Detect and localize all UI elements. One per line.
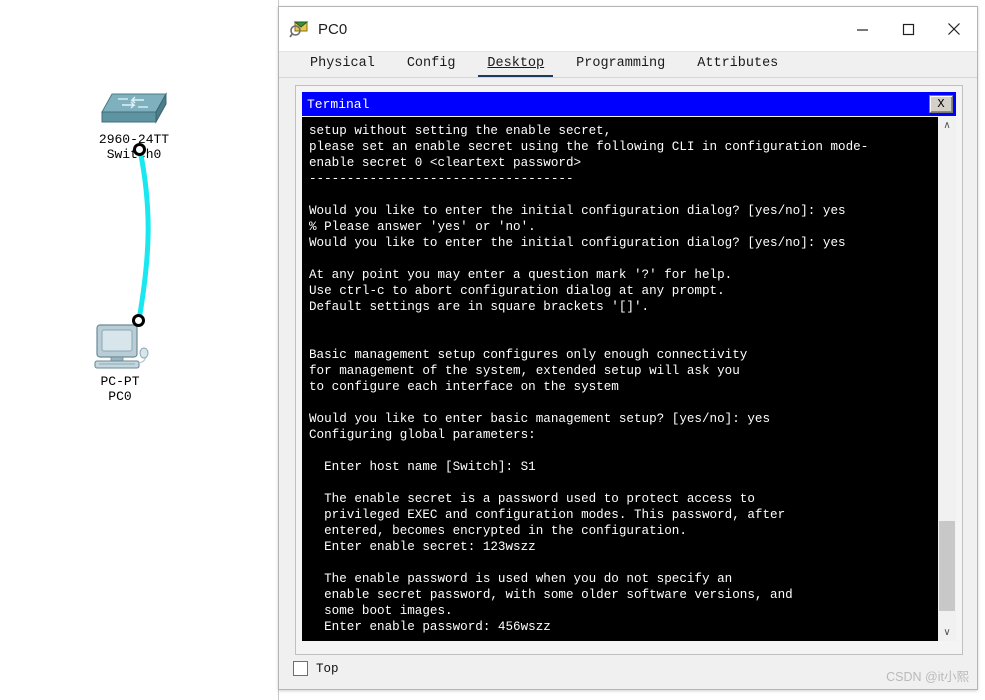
terminal-line: setup without setting the enable secret, (309, 124, 612, 138)
device-pc0[interactable]: PC-PT PC0 (72, 322, 168, 404)
pc-name-label: PC0 (108, 389, 132, 404)
terminal-line: Basic management setup configures only e… (309, 348, 748, 362)
terminal-line: enable secret password, with some older … (309, 588, 793, 602)
tab-config[interactable]: Config (398, 56, 465, 78)
terminal-line: Would you like to enter basic management… (309, 412, 771, 426)
maximize-icon (902, 23, 914, 35)
tab-attributes[interactable]: Attributes (688, 56, 787, 78)
terminal-line: Use ctrl-c to abort configuration dialog… (309, 284, 725, 298)
top-checkbox[interactable] (293, 661, 308, 676)
maximize-button[interactable] (885, 7, 931, 51)
scroll-down-arrow-icon[interactable]: ∨ (938, 624, 956, 641)
tab-programming[interactable]: Programming (567, 56, 674, 78)
minimize-button[interactable] (839, 7, 885, 51)
terminal-line: some boot images. (309, 604, 453, 618)
terminal-line: Configuring global parameters: (309, 428, 536, 442)
terminal-line: Would you like to enter the initial conf… (309, 204, 846, 218)
terminal-line: enable secret 0 <cleartext password> (309, 156, 582, 170)
terminal-output[interactable]: setup without setting the enable secret,… (302, 117, 937, 641)
terminal-scrollbar[interactable]: ∧ ∨ (937, 117, 956, 641)
terminal-line: Enter host name [Switch]: S1 (309, 460, 536, 474)
terminal-line: Enter enable password: 456wszz (309, 620, 551, 634)
terminal-line: Default settings are in square brackets … (309, 300, 650, 314)
terminal-title-bar[interactable]: Terminal X (302, 92, 956, 116)
terminal-line: to configure each interface on the syste… (309, 380, 619, 394)
terminal-title-label: Terminal (307, 96, 370, 112)
watermark: CSDN @it小熙 (886, 670, 969, 684)
terminal-line: ----------------------------------- (309, 172, 574, 186)
window-title-bar[interactable]: PC0 (279, 7, 977, 52)
pc0-window: PC0 Physical Config Desktop Programming … (278, 6, 978, 690)
top-checkbox-label: Top (316, 661, 339, 676)
terminal-line: entered, becomes encrypted in the config… (309, 524, 687, 538)
desktop-panel: Terminal X setup without setting the ena… (295, 85, 963, 655)
link-endpoint-switch[interactable] (133, 143, 146, 156)
terminal-close-button[interactable]: X (929, 95, 953, 113)
terminal-line: for management of the system, extended s… (309, 364, 740, 378)
window-title: PC0 (318, 20, 348, 38)
screen: 2960-24TT Switch0 PC-PT PC0 PC0 Physical… (0, 0, 985, 700)
packet-tracer-device-icon (289, 19, 309, 39)
terminal-line: The enable password is used when you do … (309, 572, 733, 586)
top-checkbox-row[interactable]: Top (293, 661, 339, 676)
switch-device-icon (101, 92, 167, 124)
tab-bar: Physical Config Desktop Programming Attr… (279, 52, 977, 78)
tab-desktop[interactable]: Desktop (478, 56, 554, 78)
scroll-up-arrow-icon[interactable]: ∧ (938, 117, 956, 134)
topology-workspace[interactable]: 2960-24TT Switch0 PC-PT PC0 (0, 0, 279, 700)
pc-model-label: PC-PT (100, 374, 140, 389)
link-endpoint-pc[interactable] (132, 314, 145, 327)
window-footer: Top CSDN @it小熙 (279, 657, 977, 689)
terminal-line: privileged EXEC and configuration modes.… (309, 508, 786, 522)
terminal-line: Enter enable secret: 123wszz (309, 540, 536, 554)
terminal-line: The enable secret is a password used to … (309, 492, 755, 506)
minimize-icon (856, 28, 868, 31)
close-button[interactable] (931, 7, 977, 51)
close-icon (948, 23, 960, 35)
terminal-line: Would you like to enter the initial conf… (309, 236, 846, 250)
terminal-line: At any point you may enter a question ma… (309, 268, 733, 282)
tab-physical[interactable]: Physical (301, 56, 384, 78)
window-controls (839, 7, 977, 51)
terminal-line: please set an enable secret using the fo… (309, 140, 869, 154)
terminal-line: % Please answer 'yes' or 'no'. (309, 220, 536, 234)
pc-device-icon (94, 324, 149, 369)
terminal-body[interactable]: setup without setting the enable secret,… (302, 117, 956, 641)
scrollbar-thumb[interactable] (939, 521, 955, 611)
tab-bar-divider (279, 77, 977, 78)
